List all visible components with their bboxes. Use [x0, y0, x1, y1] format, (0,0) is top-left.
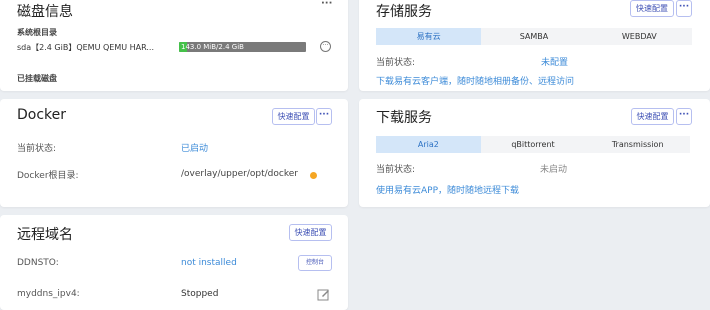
remote-title: 远程域名: [17, 227, 73, 243]
system-root-label: 系统根目录: [17, 28, 57, 37]
storage-status-label: 当前状态:: [376, 58, 416, 68]
disk-usage-bar: 143.0 MiB/2.4 GiB: [179, 42, 306, 52]
myddns-label: myddns_ipv4:: [17, 289, 80, 299]
docker-more-button[interactable]: ···: [316, 108, 332, 125]
docker-status-label: 当前状态:: [17, 144, 57, 154]
disk-more-icon[interactable]: ···: [321, 0, 332, 9]
storage-tabs: 易有云 SAMBA WEBDAV: [376, 28, 692, 45]
tab-aria2[interactable]: Aria2: [376, 136, 481, 153]
ddnsto-console-button[interactable]: 控制台: [298, 255, 332, 271]
storage-status-value: 未配置: [541, 58, 569, 68]
storage-download-link[interactable]: 下载易有云客户端，随时随地相册备份、远程访问: [376, 74, 574, 87]
ddnsto-label: DDNSTO:: [17, 258, 59, 268]
storage-config-button[interactable]: 快速配置: [630, 0, 674, 17]
download-card: 下载服务 快速配置 ··· Aria2 qBittorrent Transmis…: [359, 99, 710, 207]
download-status-value: 未启动: [540, 165, 568, 175]
tab-webdav[interactable]: WEBDAV: [587, 28, 692, 45]
docker-card: Docker 快速配置 ··· 当前状态: 已启动 Docker根目录: /ov…: [0, 99, 348, 207]
docker-status-value: 已启动: [181, 144, 209, 154]
docker-root-value: /overlay/upper/opt/docker: [181, 169, 298, 179]
docker-config-button[interactable]: 快速配置: [272, 108, 315, 125]
docker-title: Docker: [17, 107, 67, 123]
download-app-link[interactable]: 使用易有云APP，随时随地远程下载: [376, 183, 519, 196]
tab-yiyouyun[interactable]: 易有云: [376, 28, 482, 45]
ddnsto-status: not installed: [181, 258, 237, 268]
download-more-button[interactable]: ···: [676, 108, 692, 125]
disk-card: 磁盘信息 ··· 系统根目录 sda【2.4 GiB】QEMU QEMU HAR…: [0, 0, 348, 91]
download-title: 下载服务: [376, 110, 432, 126]
remote-card: 远程域名 快速配置 DDNSTO: not installed 控制台 mydd…: [0, 215, 348, 310]
myddns-status: Stopped: [181, 289, 219, 299]
warning-icon[interactable]: [310, 172, 317, 179]
storage-more-button[interactable]: ···: [676, 0, 692, 17]
storage-card: 存储服务 快速配置 ··· 易有云 SAMBA WEBDAV 当前状态: 未配置…: [359, 0, 710, 91]
mounted-disk-label: 已挂载磁盘: [17, 74, 57, 83]
docker-root-label: Docker根目录:: [17, 171, 79, 181]
remote-config-button[interactable]: 快速配置: [289, 224, 332, 241]
disk-detail-icon[interactable]: ···: [320, 41, 331, 52]
download-status-label: 当前状态:: [376, 165, 416, 175]
tab-qbittorrent[interactable]: qBittorrent: [481, 136, 586, 153]
disk-device: sda【2.4 GiB】QEMU QEMU HAR...: [17, 43, 155, 52]
storage-title: 存储服务: [376, 4, 432, 20]
edit-icon[interactable]: [317, 286, 330, 305]
tab-transmission[interactable]: Transmission: [585, 136, 690, 153]
download-tabs: Aria2 qBittorrent Transmission: [376, 136, 690, 153]
disk-title: 磁盘信息: [17, 4, 73, 20]
download-config-button[interactable]: 快速配置: [631, 108, 674, 125]
disk-usage-text: 143.0 MiB/2.4 GiB: [181, 43, 244, 51]
tab-samba[interactable]: SAMBA: [481, 28, 586, 45]
